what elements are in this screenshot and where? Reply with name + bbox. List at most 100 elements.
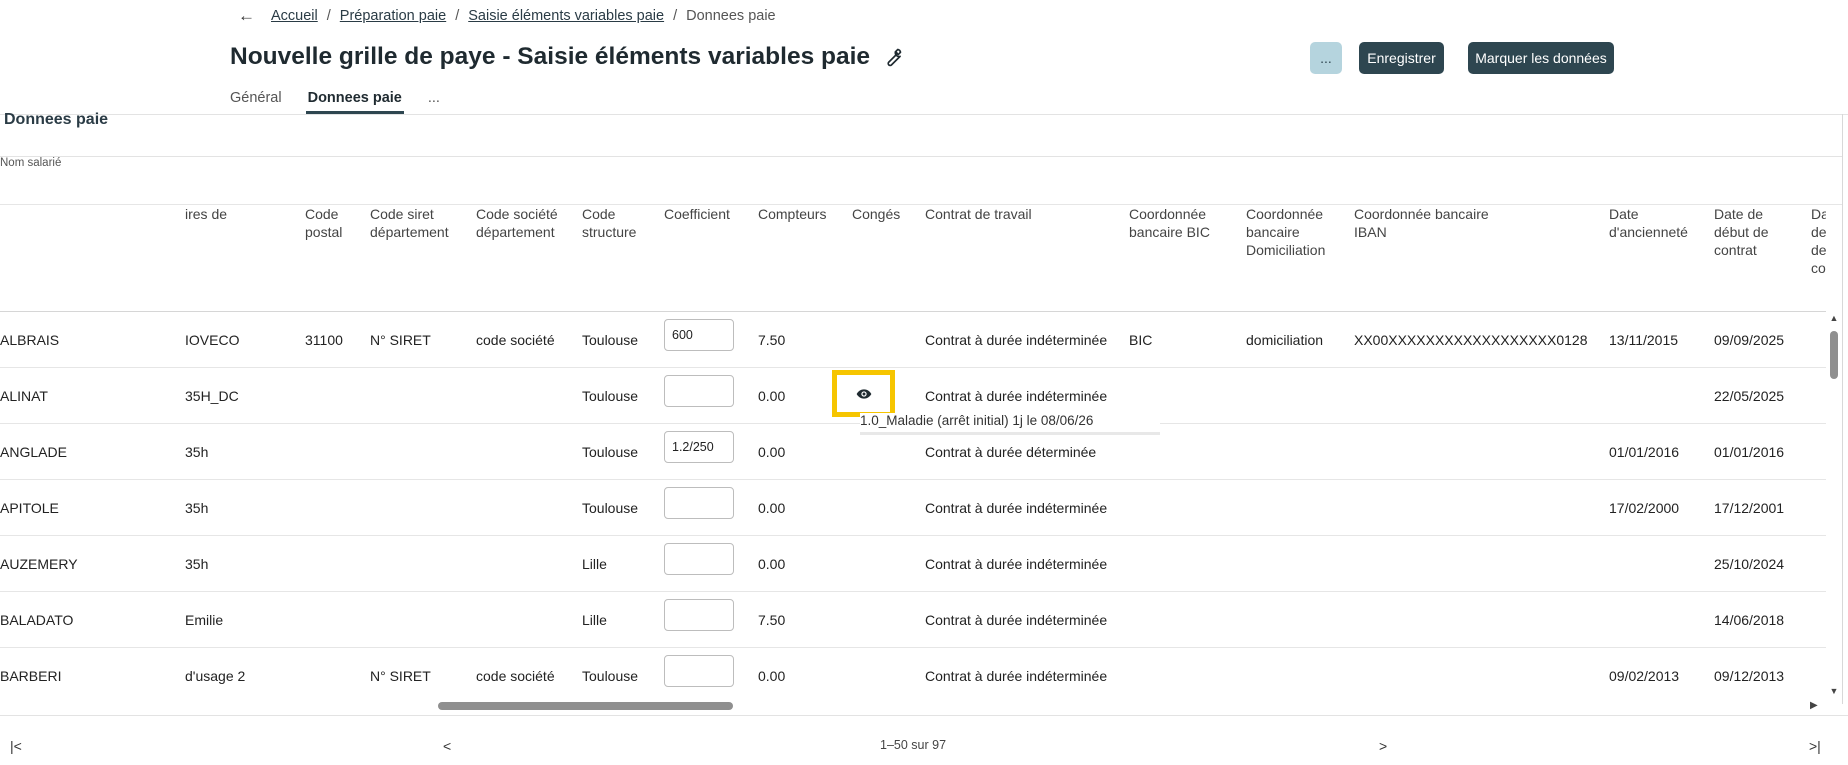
cell-code-structure: Lille	[582, 612, 607, 628]
eye-button[interactable]	[832, 370, 895, 417]
table-row[interactable]: BARBERI d'usage 2 N° SIRET code société Toul…	[0, 648, 1826, 700]
tab-donnees-paie[interactable]: Donnees paie	[305, 88, 404, 114]
table-row[interactable]: ALBRAIS IOVECO 31100 N° SIRET code société To…	[0, 312, 1826, 368]
column-header[interactable]: Coordonnée bancaire BIC	[1129, 205, 1219, 311]
cell-code-societe	[476, 424, 576, 480]
cell-code-structure: Toulouse	[582, 388, 639, 404]
page-title: Nouvelle grille de paye - Saisie élément…	[230, 43, 871, 70]
coefficient-input[interactable]: 600	[664, 319, 734, 351]
cell-code-structure: Toulouse	[582, 500, 639, 516]
column-header[interactable]: Date d'ancienneté	[1609, 205, 1699, 311]
cell-date-anciennete: 13/11/2015	[1609, 332, 1679, 348]
table-row[interactable]: APITOLE 35h Toulouse 0.00 Contrat à durée in…	[0, 480, 1826, 536]
previous-page-button[interactable]: <	[443, 738, 451, 754]
tab-more[interactable]: ...	[428, 88, 440, 114]
cell-date-anciennete: 01/01/2016	[1609, 444, 1680, 460]
cell-date-anciennete	[1609, 368, 1699, 424]
breadcrumb-separator: /	[455, 8, 460, 24]
cell-nom-salarie: ALBRAIS	[0, 332, 60, 348]
vertical-scroll-thumb[interactable]	[1830, 331, 1838, 379]
cell-code-postal	[305, 368, 360, 424]
more-button[interactable]: ...	[1310, 42, 1342, 74]
column-header[interactable]: Compteurs	[758, 205, 838, 311]
cell-bic	[1129, 592, 1229, 648]
column-header[interactable]: Congés	[852, 205, 912, 311]
cell-code-structure: Toulouse	[582, 332, 639, 348]
horizontal-scroll-thumb[interactable]	[438, 702, 733, 710]
cell-iban	[1354, 648, 1599, 700]
table-row[interactable]: BALADATO Emilie Lille 7.50 Contrat à durée i…	[0, 592, 1826, 648]
column-header[interactable]: Code postal	[305, 205, 360, 311]
cell-code-societe: code société	[476, 668, 555, 684]
cell-date-debut: 09/12/2013	[1714, 668, 1785, 684]
cell-iban	[1354, 368, 1599, 424]
column-header[interactable]: ires de	[185, 205, 295, 311]
table-row[interactable]: AUZEMERY 35h Lille 0.00 Contrat à durée indé…	[0, 536, 1826, 592]
coefficient-input[interactable]	[664, 487, 734, 519]
coefficient-input[interactable]	[664, 599, 734, 631]
cell-date-debut: 17/12/2001	[1714, 500, 1785, 516]
last-page-button[interactable]: >|	[1809, 738, 1821, 754]
coefficient-input[interactable]	[664, 543, 734, 575]
column-header[interactable]: Code société département	[476, 205, 566, 311]
column-header[interactable]: Coefficient	[664, 205, 749, 311]
next-page-button[interactable]: >	[1379, 738, 1387, 754]
cell-horaires: 35H_DC	[185, 388, 239, 404]
cell-code-postal	[305, 480, 360, 536]
breadcrumb-link-preparation-paie[interactable]: Préparation paie	[340, 8, 446, 24]
coefficient-input[interactable]: 1.2/250	[664, 431, 734, 463]
wrench-icon[interactable]	[882, 46, 904, 68]
cell-horaires: IOVECO	[185, 332, 240, 348]
scroll-right-icon[interactable]: ▶	[1810, 700, 1818, 711]
column-header[interactable]: Date de fin de cont	[1811, 205, 1826, 311]
arrow-left-icon[interactable]: ←	[238, 6, 255, 26]
coefficient-input[interactable]	[664, 375, 734, 407]
cell-code-postal	[305, 648, 360, 700]
cell-code-structure: Toulouse	[582, 444, 639, 460]
tab-bar: Général Donnees paie ...	[230, 88, 464, 114]
scroll-up-icon[interactable]: ▲	[1827, 313, 1841, 325]
cell-contrat: Contrat à durée indéterminée	[925, 332, 1108, 348]
eye-icon	[856, 388, 871, 399]
cell-iban	[1354, 424, 1599, 480]
cell-code-siret	[370, 592, 465, 648]
cell-bic: BIC	[1129, 332, 1153, 348]
cell-code-societe: code société	[476, 332, 555, 348]
cell-code-postal	[305, 424, 360, 480]
cell-date-anciennete: 09/02/2013	[1609, 668, 1680, 684]
cell-code-siret: N° SIRET	[370, 332, 431, 348]
breadcrumb-link-accueil[interactable]: Accueil	[271, 8, 318, 24]
divider	[0, 114, 1848, 115]
cell-code-siret	[370, 424, 465, 480]
save-button[interactable]: Enregistrer	[1359, 42, 1444, 74]
column-header[interactable]: Coordonnée bancaire IBAN	[1354, 205, 1504, 311]
cell-nom-salarie: AUZEMERY	[0, 556, 78, 572]
cell-nom-salarie: ANGLADE	[0, 444, 67, 460]
cell-code-siret	[370, 480, 465, 536]
cell-contrat: Contrat à durée indéterminée	[925, 500, 1108, 516]
breadcrumb-current: Donnees paie	[686, 8, 776, 24]
cell-contrat: Contrat à durée indéterminée	[925, 668, 1108, 684]
column-header[interactable]: Date de début de contrat	[1714, 205, 1794, 311]
section-title: Donnees paie	[4, 111, 109, 128]
mark-data-button[interactable]: Marquer les données	[1468, 42, 1614, 74]
breadcrumb-separator: /	[673, 8, 678, 24]
column-header[interactable]: Code siret département	[370, 205, 462, 311]
cell-code-postal	[305, 536, 360, 592]
cell-compteurs: 0.00	[758, 668, 786, 684]
cell-date-debut: 09/09/2025	[1714, 332, 1785, 348]
column-header[interactable]: Contrat de travail	[925, 205, 1085, 311]
cell-domiciliation	[1246, 536, 1346, 592]
first-page-button[interactable]: |<	[10, 738, 22, 754]
tab-general[interactable]: Général	[230, 88, 282, 114]
coefficient-input[interactable]	[664, 655, 734, 687]
column-header[interactable]: Code structure	[582, 205, 652, 311]
cell-code-societe	[476, 592, 576, 648]
breadcrumb-link-saisie[interactable]: Saisie éléments variables paie	[468, 8, 664, 24]
column-header[interactable]: Coordonnée bancaire Domiciliation	[1246, 205, 1341, 311]
scroll-down-icon[interactable]: ▼	[1827, 686, 1841, 698]
cell-code-postal	[305, 592, 360, 648]
pagination-info: 1–50 sur 97	[880, 738, 947, 752]
breadcrumb-separator: /	[326, 8, 331, 24]
cell-code-siret: N° SIRET	[370, 668, 431, 684]
